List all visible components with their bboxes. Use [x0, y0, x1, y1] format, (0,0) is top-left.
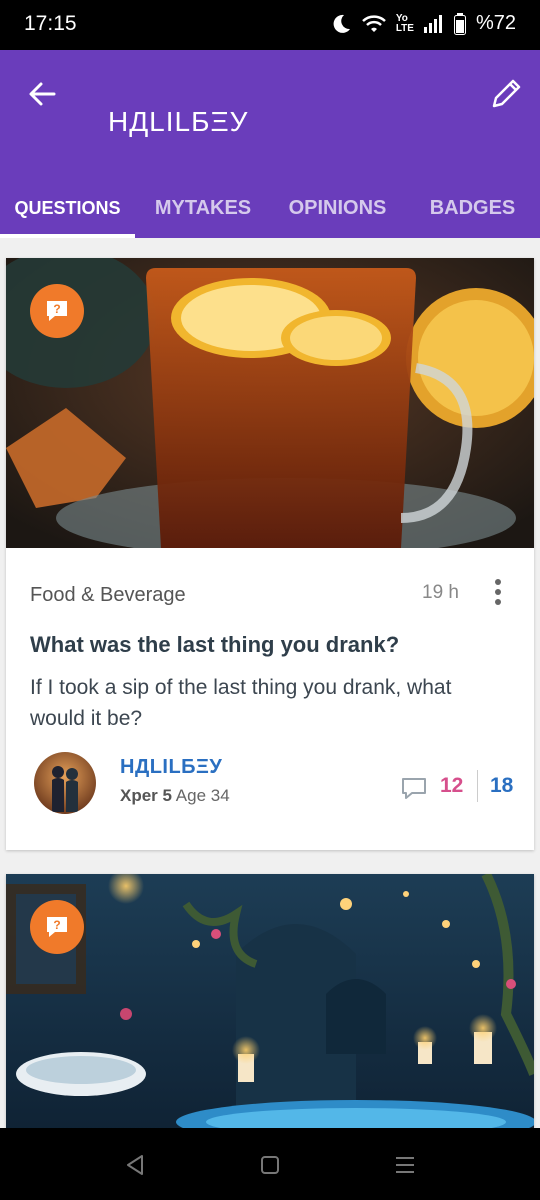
tab-opinions[interactable]: OPINIONS	[270, 178, 405, 238]
lte-top-label: Yo	[395, 12, 408, 24]
edit-button[interactable]	[486, 74, 526, 114]
battery-percent: %72	[475, 12, 516, 34]
author-meta: Xper 5 Age 34	[120, 786, 230, 806]
tab-badges[interactable]: BADGES	[405, 178, 540, 238]
nav-home-button[interactable]	[255, 1150, 285, 1180]
likes-count[interactable]: 18	[490, 774, 513, 798]
tab-label: BADGES	[429, 196, 516, 219]
question-type-badge: ?	[30, 900, 84, 954]
avatar[interactable]	[34, 752, 96, 814]
nav-back-button[interactable]	[120, 1150, 150, 1180]
tea-with-lemon-image	[6, 258, 534, 548]
lte-indicator: Yo LTE	[395, 12, 414, 34]
profile-header: НДLILБΞУ QUESTIONS MYTAKES OPINIONS BADG…	[0, 50, 540, 238]
nav-recents-button[interactable]	[390, 1150, 420, 1180]
square-home-icon	[261, 1156, 279, 1174]
avatar-image	[34, 752, 96, 814]
signal-icon	[423, 14, 444, 33]
tab-mytakes[interactable]: MYTAKES	[136, 178, 270, 238]
menu-lines-icon	[396, 1157, 414, 1173]
lte-bottom-label: LTE	[395, 22, 414, 34]
more-options-button[interactable]	[486, 576, 510, 608]
wifi-icon	[361, 14, 386, 34]
pencil-icon	[492, 79, 521, 108]
candle-lit-bathroom-image	[6, 874, 534, 1134]
author-level: Xper 5	[120, 786, 172, 805]
question-bubble-icon: ?	[47, 301, 67, 321]
question-bubble-icon: ?	[47, 917, 67, 937]
question-title[interactable]: What was the last thing you drank?	[30, 632, 399, 658]
tab-label: QUESTIONS	[14, 197, 121, 218]
more-vertical-icon	[495, 579, 501, 605]
svg-text:?: ?	[53, 918, 60, 932]
tab-label: MYTAKES	[154, 196, 252, 219]
post-category[interactable]: Food & Beverage	[30, 584, 186, 607]
question-card[interactable]: ?	[6, 874, 534, 1134]
tab-questions[interactable]: QUESTIONS	[0, 178, 135, 238]
status-time: 17:15	[24, 12, 77, 35]
question-type-badge: ?	[30, 284, 84, 338]
author-name[interactable]: НДLILБΞУ	[120, 756, 222, 779]
profile-tabs: QUESTIONS MYTAKES OPINIONS BADGES	[0, 178, 540, 238]
opinions-count[interactable]: 12	[440, 774, 463, 798]
status-bar: 17:15 Yo LTE %72	[0, 0, 540, 50]
page-title: НДLILБΞУ	[108, 106, 249, 137]
battery-icon	[453, 12, 466, 35]
question-body: If I took a sip of the last thing you dr…	[30, 676, 452, 730]
author-age: Age 34	[175, 786, 230, 805]
arrow-left-icon	[29, 82, 56, 106]
svg-text:?: ?	[53, 302, 60, 316]
moon-icon	[330, 13, 352, 35]
question-card[interactable]: ? Food & Beverage 19 h What was the last…	[6, 258, 534, 850]
post-time: 19 h	[422, 582, 459, 603]
tab-label: OPINIONS	[288, 196, 387, 219]
stats-divider	[477, 770, 478, 802]
system-nav-bar	[0, 1128, 540, 1200]
back-button[interactable]	[24, 76, 60, 112]
triangle-back-icon	[127, 1155, 143, 1175]
status-icons: Yo LTE %72	[330, 12, 516, 35]
comment-icon[interactable]	[400, 776, 428, 802]
